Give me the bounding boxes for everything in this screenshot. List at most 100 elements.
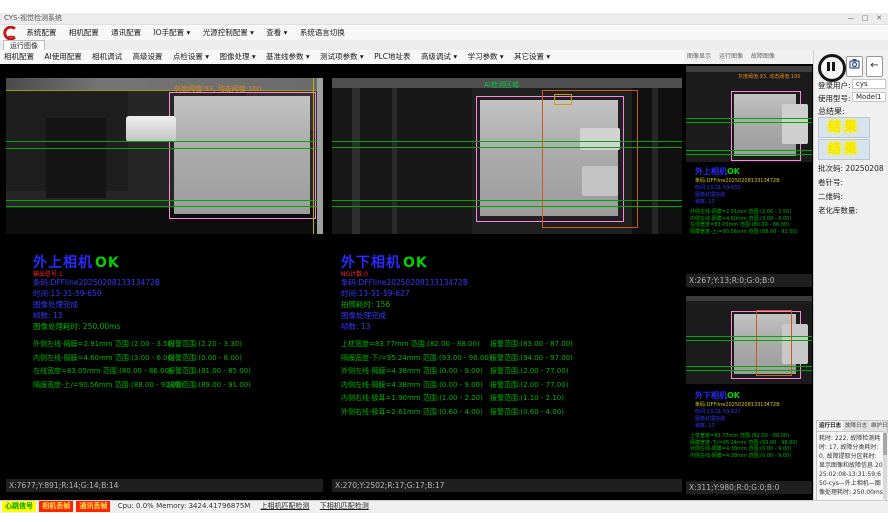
thumbnail-image-1[interactable]: 灰度阈值:93, 动态阈值:100: [686, 66, 812, 162]
menu-item-view[interactable]: 查看 ▾: [261, 25, 292, 40]
measure-line: [6, 141, 323, 142]
tool-advanced-settings[interactable]: 高级设置: [129, 50, 167, 64]
model-value[interactable]: Model1: [852, 92, 886, 102]
ai-region-label: AI检测区域: [484, 80, 519, 90]
machine-texture: [686, 296, 812, 301]
pause-icon: [827, 62, 830, 71]
barcode-text: 条码:DFFline2025020813313472B: [33, 277, 160, 288]
measure-line: [6, 200, 323, 201]
menu-item-comm-config[interactable]: 通讯配置: [106, 25, 146, 40]
camera-capture-button[interactable]: [846, 56, 863, 77]
minimize-button[interactable]: —: [844, 13, 858, 24]
result-box-1: 结果: [818, 117, 870, 138]
menu-item-light-config[interactable]: 光源控制配置 ▾: [198, 25, 259, 40]
ai-region-rect: [542, 90, 638, 228]
camera-name-label: 外下相机: [695, 391, 727, 400]
camera-dropframe-badge: 相机丢帧: [39, 501, 73, 512]
machine-texture: [392, 88, 397, 234]
edge-line: [313, 78, 314, 234]
pause-icon: [832, 62, 835, 71]
tool-other-settings[interactable]: 其它设置 ▾: [510, 50, 554, 64]
tool-learn-params[interactable]: 学习参数 ▾: [463, 50, 507, 64]
menu-item-camera-config[interactable]: 相机配置: [64, 25, 104, 40]
measurement-value: 内侧右线-极耳=1.90mm 范围:(1.00 - 2.20): [341, 394, 483, 402]
thumbnail-image-2[interactable]: [686, 296, 812, 384]
batch-code-value: 20250208: [845, 164, 883, 173]
measure-line: [686, 370, 812, 371]
tool-image-process[interactable]: 图像处理 ▾: [215, 50, 259, 64]
close-button[interactable]: ✕: [872, 13, 886, 24]
thumb-header-run-image[interactable]: 运行图像: [716, 50, 746, 64]
process-done-text: 图像处理完成: [33, 299, 78, 310]
measurement-value: 隔膜宽度-上/=90.56mm 范围:(88.00 - 92.00): [33, 381, 184, 389]
app-logo-icon: [3, 26, 19, 40]
log-content: 耗时: 222, 故障检测耗时: 17, 故障分类耗时: 0, 故障提取分区耗时…: [816, 431, 886, 501]
camera-name-label: 外上相机: [695, 167, 727, 176]
thumbnails-header: 图像显示 运行图像 故障图像: [684, 50, 813, 65]
left-camera-image[interactable]: 灰度阈值:93, 动态阈值:100: [6, 78, 323, 234]
back-button[interactable]: ←: [866, 56, 883, 77]
thumbnail-1-coordinates: X:267;Y:13;R:0;G:0;B:0: [686, 274, 812, 287]
menu-item-language-switch[interactable]: 系统语言切换: [295, 25, 350, 40]
metal-clamp: [582, 166, 618, 196]
tool-camera-config[interactable]: 相机配置: [0, 50, 38, 64]
thumb-header-image-display[interactable]: 图像显示: [684, 50, 714, 64]
alarm-range: 报警范围:(2.00 - 77.00): [490, 380, 568, 390]
machine-texture: [46, 118, 106, 198]
measurement-value: 外侧左线-隔膜=2.91mm 范围:(2.00 - 3.50): [33, 340, 175, 348]
machine-texture: [652, 88, 658, 234]
measure-line: [686, 150, 812, 151]
alarm-range: 报警范围:(2.00 - 77.00): [490, 366, 568, 376]
menu-bar: 系统配置 相机配置 通讯配置 IO手配置 ▾ 光源控制配置 ▾ 查看 ▾ 系统语…: [0, 25, 888, 40]
measure-line: [686, 336, 812, 337]
login-user-text: cys: [852, 79, 886, 89]
tool-advanced-debug[interactable]: 高级调试 ▾: [417, 50, 461, 64]
aging-count-field: 老化库数量:: [818, 205, 858, 216]
tool-test-params[interactable]: 测试项参数 ▾: [316, 50, 368, 64]
camera-icon: [849, 65, 860, 74]
right-camera-image[interactable]: AI检测区域: [332, 78, 682, 234]
model-field: 使用型号:: [818, 93, 851, 104]
measurement-row: 外侧右线-极耳=2.61mm 范围:(0.60 - 4.00)报警范围:(0.6…: [341, 407, 671, 421]
right-camera-view[interactable]: AI检测区域 外下相机OK NG计数:0 条码:DFFline202502081…: [332, 66, 682, 494]
measurement-row: 隔膜宽度-下/=95.24mm 范围:(93.00 - 98.00)报警范围:(…: [341, 353, 671, 367]
thumbnail-view-2[interactable]: 外下相机OK 条码:DFFline2025020813313472B 时间:13…: [686, 290, 812, 494]
thumb-header-fault-image[interactable]: 故障图像: [748, 50, 778, 64]
threshold-label: 灰度阈值:93, 动态阈值:100: [738, 73, 800, 80]
log-scrollbar[interactable]: [883, 431, 887, 499]
alarm-range: 报警范围:(2.20 - 3.30): [168, 339, 242, 349]
menu-item-system-config[interactable]: 系统配置: [21, 25, 61, 40]
thumbnail-view-1[interactable]: 灰度阈值:93, 动态阈值:100 外上相机OK 条码:DFFline20250…: [686, 66, 812, 287]
left-camera-view[interactable]: 灰度阈值:93, 动态阈值:100 外上相机OK 输出信号:1 条码:DFFli…: [6, 66, 323, 494]
thumbnail-2-coordinates: X:311;Y:980;R:0;G:0;B:0: [686, 481, 812, 494]
upper-camera-match-link[interactable]: 上相机匹配检测: [261, 501, 310, 512]
login-user-label: 登录用户:: [818, 81, 851, 90]
measurement-value: 内侧左线-隔膜=4.38mm 范围:(0.00 - 9.00): [341, 381, 483, 389]
calibration-line: [6, 90, 323, 91]
tool-spot-check[interactable]: 点检设置 ▾: [169, 50, 213, 64]
title-bar: CYS-视觉检测系统 — □ ✕: [0, 13, 888, 25]
scrollbar-thumb[interactable]: [883, 433, 887, 455]
tool-baseline-params[interactable]: 基准线参数 ▾: [262, 50, 314, 64]
measurement-value: 左线宽度=83.05mm 范围:(80.00 - 86.00): [33, 367, 172, 375]
measure-line: [332, 206, 682, 207]
lower-camera-match-link[interactable]: 下相机匹配检测: [320, 501, 369, 512]
tool-plc-table[interactable]: PLC地址表: [370, 50, 414, 64]
measurement-value: 隔膜宽度-下/=95.24mm 范围:(93.00 - 98.00): [341, 354, 492, 362]
measurement-value: 外侧左线-隔膜=4.38mm 范围:(0.00 - 9.00): [341, 367, 483, 375]
measurement-value: 上枕宽度=83.77mm 范围:(82.00 - 88.00): [341, 340, 480, 348]
pause-button[interactable]: [818, 54, 846, 82]
left-measurements: 外侧左线-隔膜=2.91mm 范围:(2.00 - 3.50)报警范围:(2.2…: [33, 339, 323, 393]
alarm-range: 报警范围:(0.00 - 8.00): [168, 353, 242, 363]
menu-item-io-config[interactable]: IO手配置 ▾: [149, 25, 196, 40]
tool-camera-debug[interactable]: 相机调试: [88, 50, 126, 64]
alarm-range: 报警范围:(94.00 - 97.00): [490, 353, 573, 363]
process-done-text: 图像处理完成: [695, 191, 725, 198]
measurement-value: 内侧左线-隔膜=4.38mm 范围:(0.00 - 9.00): [690, 453, 791, 459]
thumb-camera-title: 外下相机OK: [695, 390, 740, 401]
threshold-label: 灰度阈值:93, 动态阈值:100: [174, 84, 261, 94]
comm-dropframe-badge: 通讯丢帧: [76, 501, 110, 512]
frame-count-text: 帧数: 13: [33, 310, 62, 321]
maximize-button[interactable]: □: [858, 13, 872, 24]
tool-ai-usage-config[interactable]: AI使用配置: [40, 50, 85, 64]
